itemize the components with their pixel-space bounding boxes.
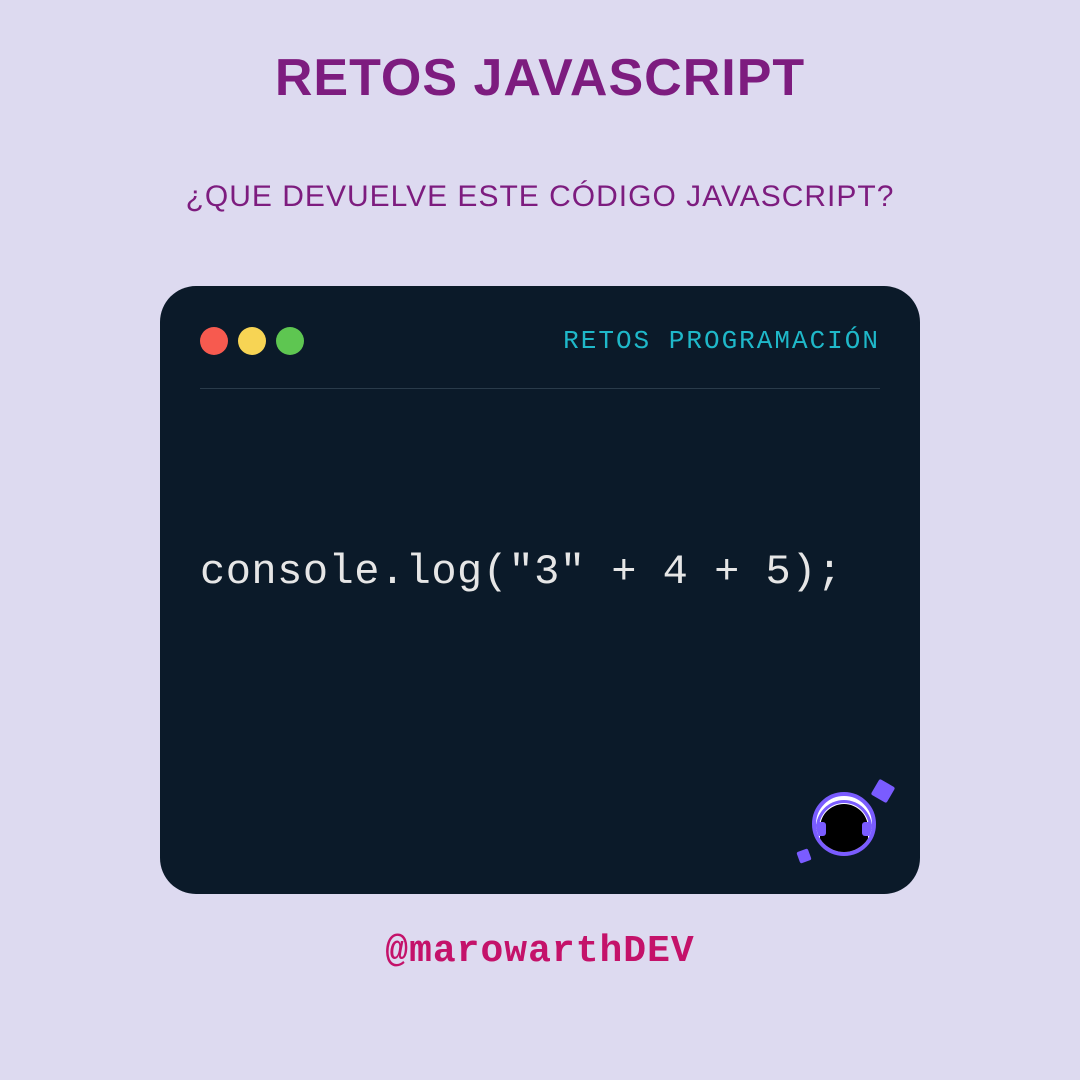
- maximize-icon: [276, 327, 304, 355]
- code-body: console.log("3" + 4 + 5);: [200, 399, 880, 864]
- window-label: RETOS PROGRAMACIÓN: [563, 326, 880, 356]
- code-line: console.log("3" + 4 + 5);: [200, 548, 843, 596]
- page-subtitle: ¿QUE DEVUELVE ESTE CÓDIGO JAVASCRIPT?: [186, 180, 895, 214]
- window-controls: [200, 327, 304, 355]
- divider: [200, 388, 880, 389]
- avatar: [804, 784, 884, 864]
- page-title: RETOS JAVASCRIPT: [275, 48, 805, 108]
- author-handle: @marowarthDEV: [385, 930, 694, 973]
- close-icon: [200, 327, 228, 355]
- code-window: RETOS PROGRAMACIÓN console.log("3" + 4 +…: [160, 286, 920, 894]
- minimize-icon: [238, 327, 266, 355]
- window-header: RETOS PROGRAMACIÓN: [200, 326, 880, 356]
